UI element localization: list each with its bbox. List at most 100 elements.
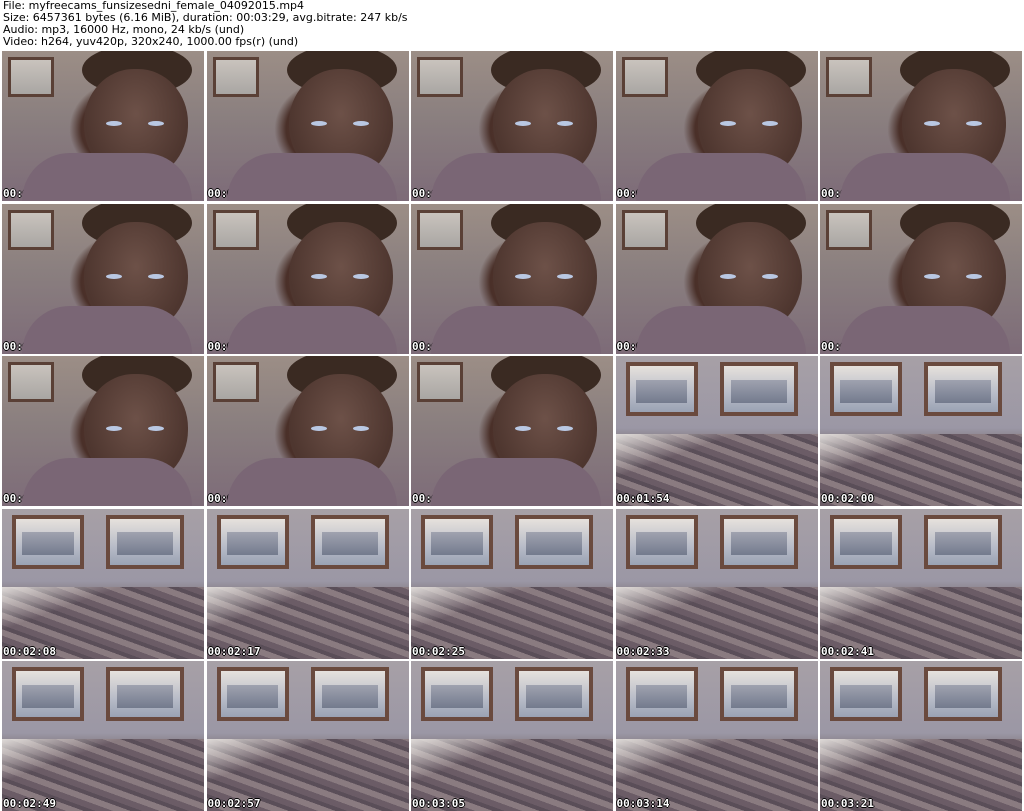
video-info-line: Video: h264, yuv420p, 320x240, 1000.00 f… [3, 35, 299, 48]
wall-picture-frame [625, 362, 698, 416]
wall-picture-frame [719, 667, 798, 721]
eye-shape [106, 426, 122, 431]
wall-picture-frame [625, 667, 698, 721]
wall-picture-frame [830, 362, 902, 416]
eye-shape [352, 426, 369, 431]
video-thumbnail: 00:00:25 [411, 51, 613, 201]
face-shape [697, 69, 802, 181]
mouth-shape [330, 307, 357, 314]
file-info-header: File: myfreecams_funsizesedni_female_040… [3, 0, 1021, 50]
mouth-shape [330, 460, 357, 466]
eye-shape [966, 273, 982, 279]
face-shape [84, 221, 188, 334]
thumbnail-timestamp: 00:00:33 [616, 187, 670, 200]
video-thumbnail: 00:02:49 [2, 661, 204, 811]
eye-shape [148, 121, 164, 126]
video-thumbnail: 00:01:14 [615, 203, 818, 354]
eye-shape [557, 273, 573, 279]
wall-picture-frame [216, 667, 289, 721]
eye-shape [719, 273, 736, 279]
wall-picture-frame [12, 514, 84, 569]
eye-shape [761, 273, 778, 279]
wall-picture-frame [924, 514, 1002, 569]
video-thumbnail: 00:01:21 [820, 203, 1022, 354]
thumbnail-timestamp: 00:01:54 [616, 492, 670, 505]
mouth-shape [535, 460, 561, 466]
video-thumbnail: 00:00:10 [2, 51, 204, 201]
thumbnail-timestamp: 00:00:10 [3, 187, 56, 200]
wall-picture-frame [515, 667, 593, 721]
eye-shape [719, 121, 736, 126]
thumbnail-timestamp: 00:02:17 [207, 644, 261, 658]
face-shape [288, 374, 393, 486]
thumbnail-timestamp: 00:00:17 [207, 187, 261, 200]
video-thumbnail: 00:02:41 [820, 508, 1022, 659]
thumbnail-timestamp: 00:03:14 [616, 797, 670, 810]
thumbnail-timestamp: 00:01:04 [412, 339, 465, 353]
eye-shape [310, 121, 327, 126]
eye-shape [148, 273, 164, 279]
mouth-shape [126, 307, 152, 314]
video-thumbnail: 00:01:54 [615, 356, 818, 506]
thumbnail-timestamp: 00:01:21 [821, 339, 874, 353]
thumbnail-timestamp: 00:00:25 [412, 187, 465, 200]
mouth-shape [739, 155, 766, 161]
thumbnail-grid: 00:00:10 00:00:17 00:00:25 00:00:33 00:00:40… [2, 51, 1022, 811]
thumbnail-timestamp: 00:02:33 [616, 644, 670, 658]
video-thumbnail: 00:02:33 [615, 508, 818, 659]
mouth-shape [330, 155, 357, 161]
video-thumbnail: 00:01:04 [411, 203, 613, 354]
eye-shape [515, 426, 531, 431]
video-thumbnail: 00:00:53 [2, 203, 204, 354]
wall-picture-frame [421, 667, 493, 721]
wall-picture-frame [106, 667, 184, 721]
eye-shape [106, 273, 122, 279]
face-shape [493, 221, 597, 334]
eye-shape [557, 426, 573, 431]
wall-picture-frame [719, 362, 798, 416]
thumbnail-timestamp: 00:02:08 [3, 644, 56, 658]
video-thumbnail: 00:00:33 [615, 51, 818, 201]
wall-picture-frame [310, 514, 389, 569]
mouth-shape [126, 155, 152, 161]
thumbnail-timestamp: 00:00:40 [821, 187, 874, 200]
thumbnail-timestamp: 00:02:00 [821, 492, 874, 505]
eye-shape [924, 273, 940, 279]
thumbnail-timestamp: 00:03:21 [821, 797, 874, 810]
wall-picture-frame [12, 667, 84, 721]
wall-picture-frame [625, 514, 698, 569]
thumbnail-timestamp: 00:03:05 [412, 797, 465, 810]
wall-picture-frame [310, 667, 389, 721]
thumbnail-timestamp: 00:01:37 [207, 492, 261, 505]
mouth-shape [944, 155, 970, 161]
thumbnail-timestamp: 00:02:49 [3, 797, 56, 810]
video-thumbnail: 00:01:44 [411, 356, 613, 506]
face-shape [493, 374, 597, 486]
face-shape [288, 221, 393, 334]
video-thumbnail: 00:02:00 [820, 356, 1022, 506]
thumbnail-timestamp: 00:01:30 [3, 492, 56, 505]
thumbnail-timestamp: 00:02:41 [821, 644, 874, 658]
eye-shape [966, 121, 982, 126]
video-thumbnail: 00:02:25 [411, 508, 613, 659]
wall-picture-frame [719, 514, 798, 569]
face-shape [697, 221, 802, 334]
eye-shape [515, 121, 531, 126]
video-thumbnail: 00:01:37 [206, 356, 409, 506]
video-thumbnail: 00:01:30 [2, 356, 204, 506]
face-shape [84, 374, 188, 486]
thumbnail-timestamp: 00:01:14 [616, 339, 670, 353]
wall-picture-frame [515, 514, 593, 569]
thumbnail-timestamp: 00:02:57 [207, 797, 261, 810]
video-thumbnail: 00:02:08 [2, 508, 204, 659]
video-thumbnail: 00:00:59 [206, 203, 409, 354]
video-thumbnail: 00:03:14 [615, 661, 818, 811]
eye-shape [352, 121, 369, 126]
video-thumbnail: 00:00:40 [820, 51, 1022, 201]
mouth-shape [535, 155, 561, 161]
eye-shape [106, 121, 122, 126]
thumbnail-timestamp: 00:01:44 [412, 492, 465, 505]
video-thumbnail: 00:00:17 [206, 51, 409, 201]
mouth-shape [739, 307, 766, 314]
thumbnail-timestamp: 00:00:53 [3, 339, 56, 353]
